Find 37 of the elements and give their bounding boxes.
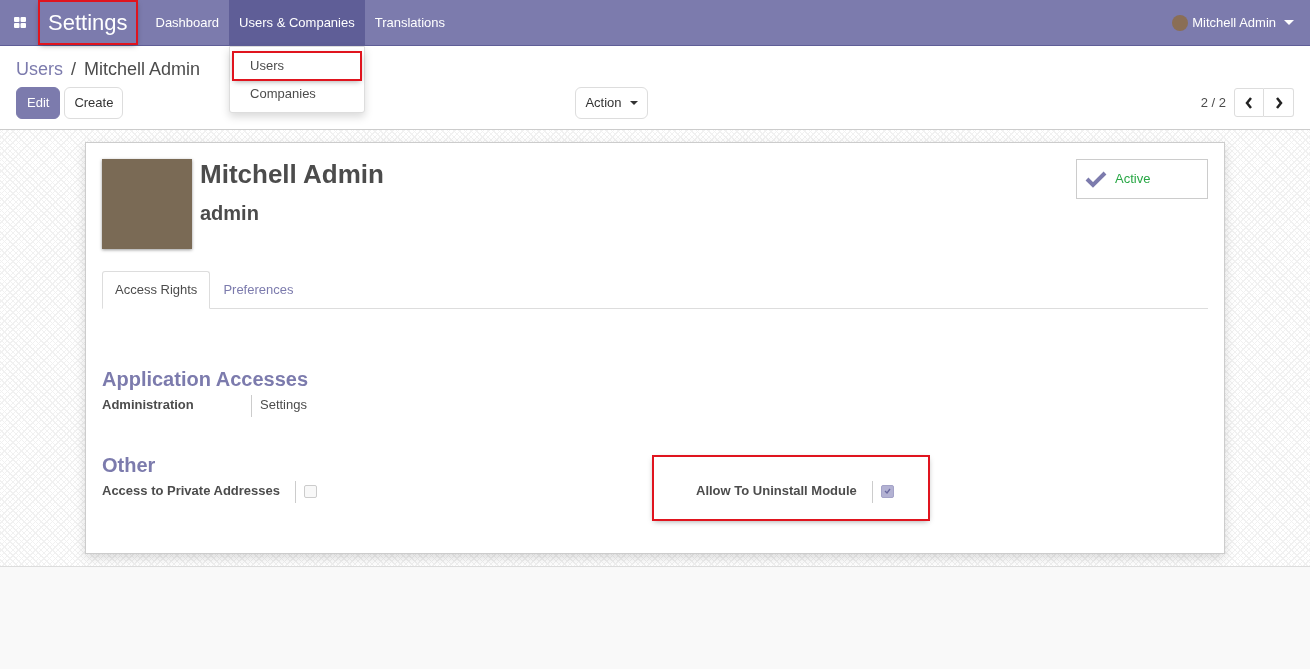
dropdown-item[interactable]: Companies xyxy=(234,80,361,106)
action-button[interactable]: Create xyxy=(64,87,124,119)
breadcrumb-current: Mitchell Admin xyxy=(84,58,201,81)
action-button[interactable]: Edit xyxy=(16,87,61,119)
tab[interactable]: Preferences xyxy=(210,271,307,309)
menu-item[interactable]: Translations xyxy=(364,0,456,45)
field-label: Administration xyxy=(102,394,252,417)
checkmark-icon xyxy=(883,488,891,494)
field-label: Allow To Uninstall Module xyxy=(696,480,873,503)
dropdown-item[interactable]: Users xyxy=(234,53,361,79)
checkmark-icon xyxy=(1085,170,1107,188)
app-title: Settings xyxy=(40,2,136,43)
checkbox[interactable] xyxy=(304,484,317,498)
field-label: Access to Private Addresses xyxy=(102,480,296,503)
chevron-left-icon xyxy=(1245,96,1253,109)
field-value: Settings xyxy=(260,395,307,414)
breadcrumb-separator: / xyxy=(71,58,77,81)
user-login: admin xyxy=(200,201,260,227)
menu-item[interactable]: Dashboard xyxy=(145,0,230,45)
breadcrumb-link[interactable]: Users xyxy=(16,56,63,83)
menu-item[interactable]: Users & Companies xyxy=(229,0,365,45)
caret-icon xyxy=(629,100,638,105)
previous-button[interactable] xyxy=(1234,88,1264,118)
section-title: Other xyxy=(102,452,157,477)
checkbox[interactable] xyxy=(880,484,894,498)
active-toggle[interactable]: Active xyxy=(1076,159,1208,199)
chevron-right-icon xyxy=(1274,96,1283,109)
avatar-icon xyxy=(1172,14,1189,31)
tab[interactable]: Access Rights xyxy=(102,271,211,309)
apps-grid-icon[interactable] xyxy=(14,17,26,28)
action-dropdown[interactable]: Action xyxy=(575,87,648,119)
section-title: Application Accesses xyxy=(102,366,309,391)
user-name: Mitchell Admin xyxy=(200,159,384,191)
caret-icon xyxy=(1284,20,1294,25)
pager-value: 2 / 2 xyxy=(1200,94,1226,112)
next-button[interactable] xyxy=(1264,88,1294,118)
user-menu[interactable]: Mitchell Admin xyxy=(1192,12,1276,33)
